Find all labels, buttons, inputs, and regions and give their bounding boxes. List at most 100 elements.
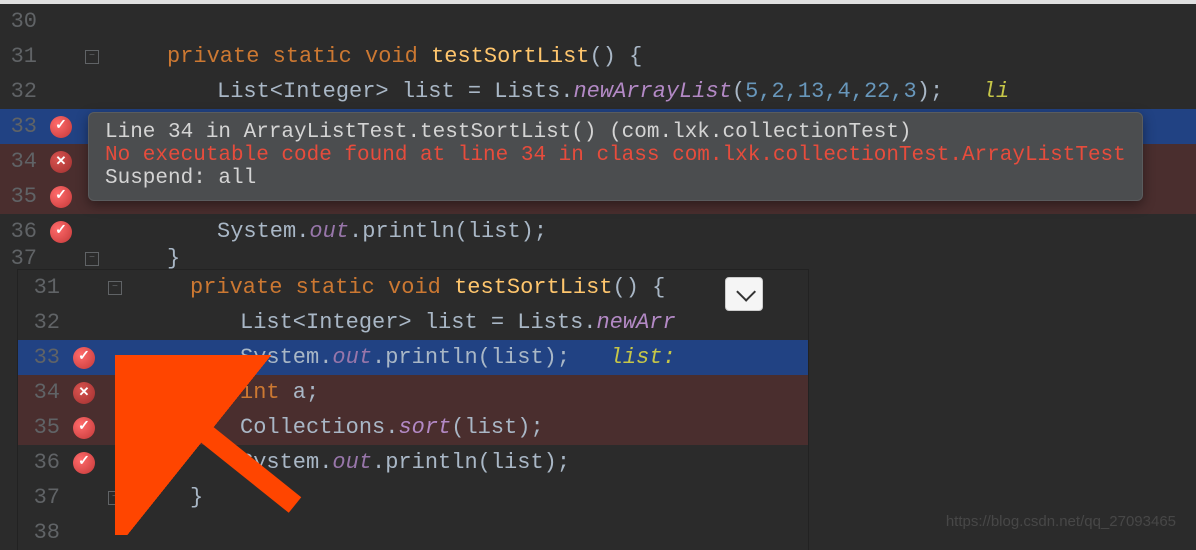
static-field: out (332, 450, 372, 475)
code-line[interactable]: 37 − } (18, 480, 808, 515)
breakpoint-check-icon[interactable]: ✓ (73, 347, 95, 369)
breakpoint-tooltip: Line 34 in ArrayListTest.testSortList() … (88, 112, 1143, 201)
fold-gutter[interactable] (100, 445, 130, 480)
code-content[interactable]: int a; (130, 375, 319, 410)
code-content[interactable]: List<Integer> list = Lists.newArr (130, 305, 676, 340)
code-line[interactable]: 32 List<Integer> list = Lists.newArr (18, 305, 808, 340)
fold-gutter[interactable] (77, 4, 107, 39)
breakpoint-gutter[interactable] (45, 249, 77, 269)
breakpoint-gutter[interactable]: ✕ (45, 144, 77, 179)
inline-hint: li (983, 79, 1009, 104)
breakpoint-gutter[interactable] (68, 480, 100, 515)
fold-minus-icon[interactable]: − (85, 50, 99, 64)
breakpoint-gutter[interactable] (68, 515, 100, 550)
text: .println(list); (349, 219, 547, 244)
line-number: 37 (18, 480, 68, 515)
check-icon: ✓ (55, 109, 67, 144)
code-content[interactable]: Collections.sort(list); (130, 410, 544, 445)
class: System. (240, 450, 332, 475)
keyword: void (365, 44, 418, 69)
code-content[interactable]: List<Integer> list = Lists.newArrayList(… (107, 74, 1009, 109)
breakpoint-check-icon[interactable]: ✓ (50, 221, 72, 243)
keyword: int (240, 380, 280, 405)
punct: ); (917, 79, 943, 104)
code-content[interactable]: System.out.println(list); list: (130, 340, 676, 375)
code-line-paused[interactable]: 34 ✕ int a; (18, 375, 808, 410)
line-number: 33 (0, 109, 45, 144)
fold-gutter[interactable]: − (100, 270, 130, 305)
breakpoint-invalid-icon[interactable]: ✕ (73, 382, 95, 404)
fold-gutter[interactable]: − (77, 39, 107, 74)
code-line[interactable]: 31 − private static void testSortList() … (0, 39, 1196, 74)
fold-gutter[interactable]: − (77, 249, 107, 269)
breakpoint-gutter[interactable]: ✓ (45, 214, 77, 249)
class: System. (240, 345, 332, 370)
static-method: newArrayList (573, 79, 731, 104)
fold-gutter[interactable] (100, 305, 130, 340)
static-field: out (332, 345, 372, 370)
code-line-paused[interactable]: 35 ✓ Collections.sort(list); (18, 410, 808, 445)
x-icon: ✕ (79, 375, 90, 410)
class: Collections. (240, 415, 398, 440)
check-icon: ✓ (55, 214, 67, 249)
class: System. (217, 219, 309, 244)
check-icon: ✓ (78, 410, 90, 445)
code-content[interactable]: private static void testSortList() { (107, 39, 642, 74)
line-number: 32 (0, 74, 45, 109)
fold-gutter[interactable] (100, 340, 130, 375)
breakpoint-gutter[interactable]: ✓ (45, 179, 77, 214)
line-number: 33 (18, 340, 68, 375)
code-line[interactable]: 32 List<Integer> list = Lists.newArrayLi… (0, 74, 1196, 109)
breakpoint-check-icon[interactable]: ✓ (50, 186, 72, 208)
code-content[interactable]: private static void testSortList() { (130, 270, 665, 305)
breakpoint-gutter[interactable]: ✓ (68, 410, 100, 445)
punct: ( (732, 79, 745, 104)
line-number: 34 (0, 144, 45, 179)
breakpoint-check-icon[interactable]: ✓ (50, 116, 72, 138)
fold-gutter[interactable] (100, 515, 130, 550)
line-number: 36 (18, 445, 68, 480)
line-number: 37 (0, 249, 45, 269)
fold-minus-icon[interactable]: − (85, 252, 99, 266)
fold-minus-icon[interactable]: − (108, 281, 122, 295)
breakpoint-invalid-icon[interactable]: ✕ (50, 151, 72, 173)
code-line[interactable]: 37 − } (0, 249, 1196, 269)
breakpoint-gutter[interactable]: ✓ (68, 445, 100, 480)
brace: } (167, 246, 180, 271)
code-content[interactable] (107, 4, 167, 39)
breakpoint-gutter[interactable]: ✕ (68, 375, 100, 410)
fold-gutter[interactable] (77, 74, 107, 109)
code-line[interactable]: 31 − private static void testSortList() … (18, 270, 808, 305)
code-line[interactable]: 36 ✓ System.out.println(list); (18, 445, 808, 480)
code-content[interactable] (130, 515, 190, 550)
line-number: 35 (18, 410, 68, 445)
code-content[interactable]: } (107, 249, 180, 269)
breakpoint-gutter[interactable] (68, 305, 100, 340)
fold-gutter[interactable] (100, 410, 130, 445)
breakpoint-gutter[interactable]: ✓ (68, 340, 100, 375)
code-line-highlighted[interactable]: 33 ✓ System.out.println(list); list: (18, 340, 808, 375)
breakpoint-gutter[interactable] (45, 4, 77, 39)
keyword: private (167, 44, 259, 69)
code-line[interactable]: 38 (18, 515, 808, 550)
breakpoint-gutter[interactable]: ✓ (45, 109, 77, 144)
fold-minus-icon[interactable]: − (108, 491, 122, 505)
fold-gutter[interactable] (77, 214, 107, 249)
code-content[interactable]: } (130, 480, 203, 515)
keyword: static (296, 275, 375, 300)
code-line[interactable]: 36 ✓ System.out.println(list); (0, 214, 1196, 249)
breakpoint-gutter[interactable] (68, 270, 100, 305)
code-content[interactable]: System.out.println(list); (130, 445, 570, 480)
number-literals: 5,2,13,4,22,3 (745, 79, 917, 104)
breakpoint-gutter[interactable] (45, 74, 77, 109)
breakpoint-check-icon[interactable]: ✓ (73, 452, 95, 474)
chevron-down-icon (736, 282, 756, 302)
code-content[interactable]: System.out.println(list); (107, 214, 547, 249)
text: .println(list); (372, 450, 570, 475)
fold-gutter[interactable]: − (100, 480, 130, 515)
code-line[interactable]: 30 (0, 4, 1196, 39)
tooltip-location: Line 34 in ArrayListTest.testSortList() … (105, 121, 1126, 144)
dropdown-button[interactable] (725, 277, 763, 311)
breakpoint-check-icon[interactable]: ✓ (73, 417, 95, 439)
breakpoint-gutter[interactable] (45, 39, 77, 74)
